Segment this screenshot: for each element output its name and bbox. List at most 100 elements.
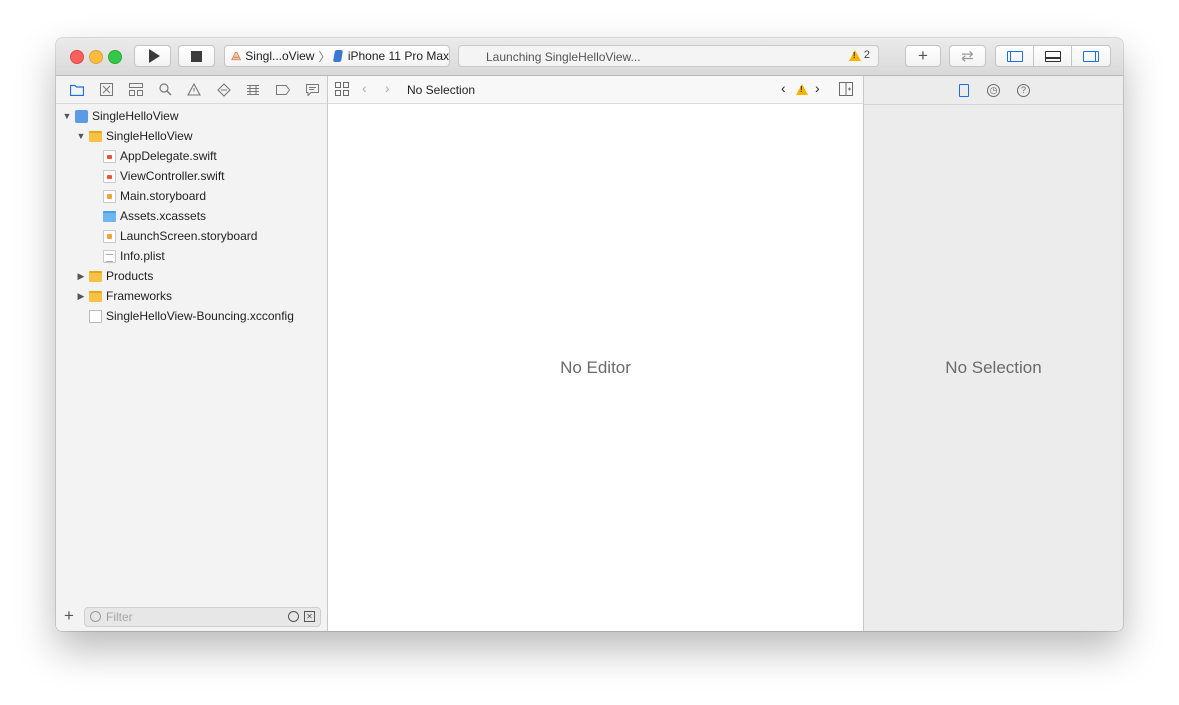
find-icon	[158, 83, 172, 96]
folder-icon	[89, 290, 102, 302]
help-inspector-tab[interactable]: ?	[1016, 82, 1032, 98]
left-panel-icon	[1006, 50, 1023, 62]
panel-toggle-group	[995, 45, 1111, 67]
debug-icon	[247, 84, 260, 95]
scheme-selector[interactable]: Singl...oView 〉 iPhone 11 Pro Max	[224, 45, 450, 67]
tree-row[interactable]: ▶ Products	[56, 266, 327, 286]
navigator-tabs	[56, 76, 327, 104]
tree-row[interactable]: ViewController.swift	[56, 166, 327, 186]
scheme-name: Singl...oView	[245, 49, 315, 63]
issue-navigator-tab[interactable]	[180, 76, 209, 104]
disclosure-triangle-icon[interactable]: ▼	[62, 111, 72, 121]
tree-row[interactable]: ▼ SingleHelloView	[56, 106, 327, 126]
tree-row-label: SingleHelloView-Bouncing.xcconfig	[106, 309, 294, 323]
related-items-icon[interactable]	[335, 82, 349, 99]
toggle-inspector-button[interactable]	[1072, 46, 1110, 66]
jump-bar: ‹ › No Selection ‹ ›	[328, 76, 863, 104]
warning-icon[interactable]	[796, 84, 808, 95]
play-icon	[148, 49, 160, 63]
back-button[interactable]: ‹	[362, 80, 367, 96]
folder-icon	[89, 270, 102, 282]
editor-area: ‹ › No Selection ‹ › No Editor	[328, 76, 864, 631]
minimize-window-button[interactable]	[89, 50, 103, 64]
device-icon	[333, 50, 344, 62]
tree-row-label: SingleHelloView	[106, 129, 193, 143]
no-editor-label: No Editor	[560, 358, 631, 377]
swift-file-icon	[103, 149, 116, 163]
xcode-window: Singl...oView 〉 iPhone 11 Pro Max Launch…	[56, 38, 1123, 631]
previous-issue-button[interactable]: ‹	[781, 80, 786, 96]
storyboard-icon	[103, 229, 116, 243]
toggle-debug-area-button[interactable]	[1034, 46, 1072, 66]
run-button[interactable]	[134, 45, 171, 67]
help-icon: ?	[1017, 83, 1030, 97]
config-file-icon	[89, 309, 102, 323]
document-icon	[958, 83, 969, 97]
debug-navigator-tab[interactable]	[239, 76, 268, 104]
tree-row-label: ViewController.swift	[120, 169, 225, 183]
project-navigator-tab[interactable]	[62, 76, 91, 104]
forward-button[interactable]: ›	[385, 80, 390, 96]
right-panel-icon	[1083, 50, 1099, 62]
tree-row[interactable]: SingleHelloView-Bouncing.xcconfig	[56, 306, 327, 326]
stop-icon	[191, 50, 202, 62]
no-selection-label: No Selection	[945, 358, 1042, 377]
tree-row[interactable]: Main.storyboard	[56, 186, 327, 206]
tree-row[interactable]: Assets.xcassets	[56, 206, 327, 226]
folder-icon	[69, 84, 84, 96]
warning-indicator[interactable]: 2	[848, 49, 870, 61]
split-editor-icon[interactable]	[839, 82, 853, 99]
jump-bar-title: No Selection	[407, 83, 476, 97]
clock-icon: ◷	[987, 83, 1000, 97]
swap-arrows-icon: ⇄	[961, 48, 974, 65]
test-icon	[217, 82, 231, 97]
filter-placeholder: Filter	[106, 610, 133, 624]
recent-files-icon[interactable]	[288, 611, 299, 622]
file-inspector-tab[interactable]	[956, 82, 972, 98]
filter-icon	[90, 611, 101, 622]
filter-field[interactable]: Filter ✕	[84, 607, 321, 627]
chevron-right-icon: 〉	[318, 49, 331, 64]
code-review-button[interactable]: ⇄	[949, 45, 986, 67]
file-tree: ▼ SingleHelloView ▼ SingleHelloView AppDeleg…	[56, 106, 327, 326]
add-file-button[interactable]: +	[64, 606, 74, 626]
project-navigator: ▼ SingleHelloView ▼ SingleHelloView AppDeleg…	[56, 76, 328, 631]
disclosure-triangle-icon[interactable]: ▼	[76, 131, 86, 141]
source-control-icon	[99, 83, 113, 96]
tree-row[interactable]: LaunchScreen.storyboard	[56, 226, 327, 246]
symbol-navigator-tab[interactable]	[121, 76, 150, 104]
breakpoint-navigator-tab[interactable]	[268, 76, 297, 104]
tree-row[interactable]: ▶ Frameworks	[56, 286, 327, 306]
tree-row-label: AppDelegate.swift	[120, 149, 217, 163]
tree-row[interactable]: AppDelegate.swift	[56, 146, 327, 166]
inspector-tabs: ◷ ?	[864, 76, 1123, 105]
app-target-icon	[231, 51, 242, 61]
source-control-filter-icon[interactable]: ✕	[304, 611, 315, 622]
navigator-filter-bar: + Filter ✕	[56, 603, 327, 631]
report-navigator-tab[interactable]	[298, 76, 327, 104]
disclosure-triangle-icon[interactable]: ▶	[76, 271, 86, 282]
activity-viewer: Launching SingleHelloView... 2	[458, 45, 879, 67]
activity-status: Launching SingleHelloView...	[486, 50, 641, 64]
tree-row[interactable]: Info.plist	[56, 246, 327, 266]
symbol-icon	[128, 83, 143, 96]
library-button[interactable]: +	[905, 45, 941, 67]
zoom-window-button[interactable]	[108, 50, 122, 64]
toggle-navigator-button[interactable]	[996, 46, 1034, 66]
tree-row[interactable]: ▼ SingleHelloView	[56, 126, 327, 146]
stop-button[interactable]	[178, 45, 215, 67]
next-issue-button[interactable]: ›	[815, 80, 820, 96]
tree-row-label: Info.plist	[120, 249, 165, 263]
history-inspector-tab[interactable]: ◷	[986, 82, 1002, 98]
folder-icon	[89, 130, 102, 142]
disclosure-triangle-icon[interactable]: ▶	[76, 291, 86, 302]
close-window-button[interactable]	[70, 50, 84, 64]
project-icon	[75, 109, 88, 123]
find-navigator-tab[interactable]	[150, 76, 179, 104]
source-control-navigator-tab[interactable]	[91, 76, 120, 104]
test-navigator-tab[interactable]	[209, 76, 238, 104]
tree-row-label: Assets.xcassets	[120, 209, 207, 223]
tree-row-label: Products	[106, 269, 154, 283]
report-icon	[305, 83, 319, 96]
issue-icon	[187, 83, 202, 96]
